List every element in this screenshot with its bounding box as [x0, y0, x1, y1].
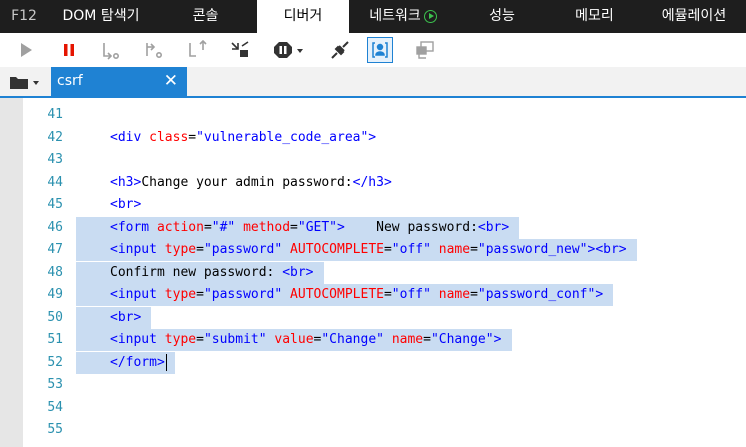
line-number: 43	[47, 152, 63, 167]
line-number: 46	[47, 219, 63, 235]
code-line[interactable]: 48 Confirm new password: <br>	[23, 261, 746, 284]
tab-network[interactable]: 네트워크	[349, 0, 457, 33]
line-number: 47	[47, 242, 63, 257]
text-cursor	[165, 353, 167, 371]
code-line[interactable]: 44 <h3>Change your admin password:</h3>	[23, 172, 746, 194]
line-number: 51	[47, 332, 63, 347]
recording-play-icon	[423, 10, 437, 23]
code-line[interactable]: 47 <input type="password" AUTOCOMPLETE="o…	[23, 239, 746, 261]
debugger-toolbar	[0, 33, 746, 67]
tab-performance[interactable]: 성능	[457, 0, 547, 33]
code-line[interactable]: 42 <div class="vulnerable_code_area">	[23, 127, 746, 149]
file-tab-csrf[interactable]: csrf ✕	[51, 67, 187, 96]
code-text: <h3>Change your admin password:</h3>	[110, 174, 392, 190]
code-line[interactable]: 55	[23, 419, 746, 441]
code-line[interactable]: 50 <br>	[23, 306, 746, 329]
code-text: <input type="password" AUTOCOMPLETE="off…	[110, 242, 627, 257]
pause-icon[interactable]	[56, 37, 82, 63]
exception-behavior-icon[interactable]	[272, 37, 308, 63]
code-line[interactable]: 52 </form>	[23, 351, 746, 374]
line-number: 54	[47, 399, 63, 415]
step-into-icon[interactable]	[98, 37, 124, 63]
step-out-icon[interactable]	[184, 37, 210, 63]
disconnect-debugger-icon[interactable]	[327, 37, 353, 63]
code-line[interactable]: 43	[23, 149, 746, 171]
devtools-tab-bar: F12 DOM 탐색기 콘솔 디버거 네트워크 성능 메모리 에뮬레이션	[0, 0, 746, 33]
code-text: Confirm new password: <br>	[110, 264, 314, 280]
tab-console[interactable]: 콘솔	[154, 0, 257, 33]
play-icon[interactable]	[13, 37, 39, 63]
f12-label: F12	[11, 8, 37, 24]
line-number: 52	[47, 354, 63, 370]
step-over-icon[interactable]	[141, 37, 167, 63]
line-number: 55	[47, 422, 63, 437]
just-my-code-icon[interactable]	[367, 37, 393, 63]
tab-dom-explorer[interactable]: DOM 탐색기	[48, 0, 154, 33]
code-line[interactable]: 51 <input type="submit" value="Change" na…	[23, 329, 746, 351]
line-number: 45	[47, 197, 63, 212]
line-number: 53	[47, 377, 63, 392]
tab-memory[interactable]: 메모리	[547, 0, 642, 33]
tab-emulation[interactable]: 에뮬레이션	[642, 0, 746, 33]
line-number: 42	[47, 129, 63, 145]
code-text: <input type="submit" value="Change" name…	[110, 332, 502, 347]
line-number: 48	[47, 264, 63, 280]
code-line[interactable]: 54	[23, 397, 746, 419]
code-editor[interactable]: 41 42 <div class="vulnerable_code_area"> 43…	[0, 98, 746, 447]
code-text: <form action="#" method="GET"> New passw…	[110, 219, 510, 235]
line-number: 50	[47, 309, 63, 325]
code-text: <br>	[110, 197, 142, 212]
open-document-icon[interactable]	[9, 74, 41, 94]
file-tab-label: csrf	[57, 73, 83, 89]
code-line[interactable]: 53	[23, 374, 746, 396]
editor-gutter[interactable]	[0, 98, 23, 447]
code-line[interactable]: 45 <br>	[23, 194, 746, 216]
code-text: <div class="vulnerable_code_area">	[110, 129, 377, 145]
code-text: <input type="password" AUTOCOMPLETE="off…	[110, 287, 604, 302]
close-icon[interactable]: ✕	[164, 67, 178, 96]
code-line[interactable]: 46 <form action="#" method="GET"> New pas…	[23, 216, 746, 239]
code-text: </form>	[110, 353, 167, 371]
file-tab-row: csrf ✕	[0, 67, 746, 98]
frame-icon[interactable]	[412, 37, 438, 63]
break-on-new-worker-icon[interactable]	[227, 37, 253, 63]
code-text: <br>	[110, 309, 142, 325]
line-number: 41	[47, 107, 63, 122]
code-line[interactable]: 49 <input type="password" AUTOCOMPLETE="o…	[23, 284, 746, 306]
tab-network-label: 네트워크	[369, 8, 421, 24]
line-number: 44	[47, 174, 63, 190]
code-line[interactable]: 41	[23, 104, 746, 126]
line-number: 49	[47, 287, 63, 302]
tab-debugger[interactable]: 디버거	[257, 0, 349, 33]
